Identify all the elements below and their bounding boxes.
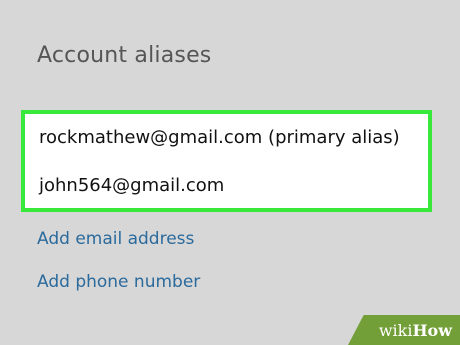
watermark-wiki: wiki bbox=[378, 321, 413, 340]
alias-item-primary: rockmathew@gmail.com (primary alias) bbox=[39, 127, 400, 148]
alias-list: rockmathew@gmail.com (primary alias) joh… bbox=[21, 110, 432, 212]
section-title: Account aliases bbox=[37, 43, 212, 68]
add-email-address-link[interactable]: Add email address bbox=[37, 229, 194, 249]
watermark-logo-text: wikiHow bbox=[379, 321, 452, 340]
alias-item: john564@gmail.com bbox=[39, 175, 225, 196]
add-phone-number-link[interactable]: Add phone number bbox=[37, 272, 200, 292]
watermark-how: How bbox=[412, 321, 452, 340]
